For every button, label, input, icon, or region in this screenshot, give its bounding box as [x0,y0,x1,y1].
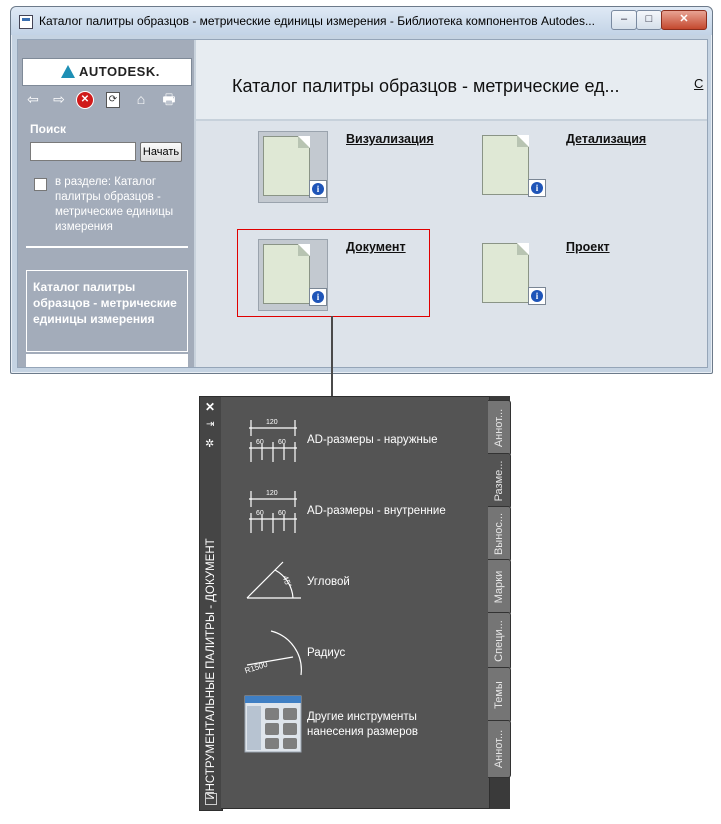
forward-arrow-icon[interactable]: ⇨ [50,90,68,108]
callout-connector-line [331,316,333,396]
tool-angular[interactable]: 45° Угловой [243,552,483,612]
radius-dimension-icon: R1500 [244,630,302,675]
dim-label: R1500 [244,659,270,675]
tab-label: Разме... [493,460,505,502]
tab-label: Темы [493,681,505,709]
tool-ad-dims-external[interactable]: 120 60 60 AD-размеры - наружные [243,410,483,470]
category-icon-project[interactable]: i [478,239,546,309]
title-bar[interactable]: Каталог палитры образцов - метрические е… [11,7,712,35]
close-button[interactable]: ✕ [661,10,707,30]
search-label: Поиск [30,122,67,136]
tool-label-line: нанесения размеров [307,726,418,738]
tool-label-line: Другие инструменты [307,711,417,723]
tool-other-dimension-tools[interactable]: Другие инструменты нанесения размеров [243,694,483,754]
palette-title-strip[interactable]: ✕ ⇥ ✲ ИНСТРУМЕНТАЛЬНЫЕ ПАЛИТРЫ - ДОКУМЕН… [199,396,223,811]
header-link[interactable]: С [694,76,703,91]
tool-radius[interactable]: R1500 Радиус [243,623,483,683]
dim-label: 60 [256,510,264,517]
tool-label: AD-размеры - наружные [307,434,438,446]
tool-label: Угловой [307,576,350,588]
dim-label: 45° [281,574,294,588]
tab-label: Аннот... [493,408,505,448]
palette-title: ИНСТРУМЕНТАЛЬНЫЕ ПАЛИТРЫ - ДОКУМЕНТ [205,538,217,800]
info-icon[interactable]: i [309,180,327,198]
category-icon-detailing[interactable]: i [478,131,546,201]
catalog-browser-window: Каталог палитры образцов - метрические е… [10,6,713,374]
auto-hide-icon[interactable]: ⇥ [206,419,214,430]
close-icon[interactable]: ✕ [205,400,215,414]
nav-toolbar: ⇦ ⇨ ✕ ⟳ ⌂ 🖶 [22,86,192,112]
autodesk-logo-icon [61,65,75,78]
nav-current-catalog[interactable]: Каталог палитры образцов - метрические е… [26,270,188,352]
stop-icon[interactable]: ✕ [76,91,94,109]
tool-ad-dims-internal[interactable]: 120 60 60 AD-размеры - внутренние [243,481,483,541]
dimension-tool-icon: 120 60 60 [249,490,297,533]
tab-leaders[interactable]: Вынос... [488,506,511,562]
category-link-visualization[interactable]: Визуализация [346,132,434,146]
window-title: Каталог палитры образцов - метрические е… [39,14,595,28]
tab-label: Вынос... [493,512,505,556]
dim-label: 60 [256,439,264,446]
tool-label: Радиус [307,647,346,659]
app-icon [19,15,33,29]
document-icon [263,136,310,196]
home-icon[interactable]: ⌂ [132,90,150,108]
divider [26,246,188,248]
tab-annotation-1[interactable]: Аннот... [488,400,511,456]
dim-label: 120 [266,490,278,497]
catalog-title: Каталог палитры образцов - метрические е… [232,76,620,96]
maximize-button[interactable]: □ [636,10,662,30]
back-arrow-icon[interactable]: ⇦ [24,90,42,108]
dim-label: 120 [266,419,278,426]
left-navigation-pane: AUTODESK. ⇦ ⇨ ✕ ⟳ ⌂ 🖶 Поиск Начать в раз… [18,40,194,367]
tab-label: Аннот... [493,729,505,769]
in-section-checkbox[interactable] [34,178,47,191]
category-link-project[interactable]: Проект [566,240,610,254]
dim-label: 60 [278,439,286,446]
in-section-label: в разделе: Каталог палитры образцов - ме… [55,176,174,233]
category-icon-visualization[interactable]: i [258,131,328,203]
catalog-content-pane: Каталог палитры образцов - метрические е… [194,40,707,367]
tab-dimensions[interactable]: Разме... [488,453,511,509]
tab-schedules[interactable]: Специ... [488,612,511,670]
properties-gear-icon[interactable]: ✲ [205,437,214,450]
tool-catalog-icon [244,695,302,753]
dim-label: 60 [278,510,286,517]
angular-dimension-icon: 45° [246,561,301,599]
highlight-box [237,229,430,317]
header-divider [196,119,707,121]
refresh-icon[interactable]: ⟳ [106,92,120,108]
logo-text: AUTODESK. [79,64,160,79]
palette-menu-icon[interactable] [205,793,217,805]
info-icon[interactable]: i [528,287,546,305]
window-content: AUTODESK. ⇦ ⇨ ✕ ⟳ ⌂ 🖶 Поиск Начать в раз… [17,39,708,368]
tab-tags[interactable]: Марки [488,559,511,615]
info-icon[interactable]: i [528,179,546,197]
tab-label: Специ... [493,620,505,662]
minimize-button[interactable]: – [611,10,637,30]
tool-label: Другие инструменты нанесения размеров [307,710,418,740]
dimension-tool-icon: 120 60 60 [249,419,297,462]
category-link-detailing[interactable]: Детализация [566,132,646,146]
tab-label: Марки [493,570,505,604]
document-icon [482,243,529,303]
autodesk-logo: AUTODESK. [22,58,192,86]
search-input[interactable] [30,142,136,161]
print-icon[interactable]: 🖶 [160,90,178,108]
tab-themes[interactable]: Темы [488,667,511,723]
tab-annotation-2[interactable]: Аннот... [488,720,511,778]
nav-current-catalog-label: Каталог палитры образцов - метрические е… [33,280,177,326]
search-start-button[interactable]: Начать [140,142,182,162]
document-icon [482,135,529,195]
catalog-header: Каталог палитры образцов - метрические е… [196,40,707,120]
nav-list-area [26,354,188,367]
tool-label: AD-размеры - внутренние [307,505,446,517]
tool-palette: ✕ ⇥ ✲ ИНСТРУМЕНТАЛЬНЫЕ ПАЛИТРЫ - ДОКУМЕН… [199,396,511,811]
